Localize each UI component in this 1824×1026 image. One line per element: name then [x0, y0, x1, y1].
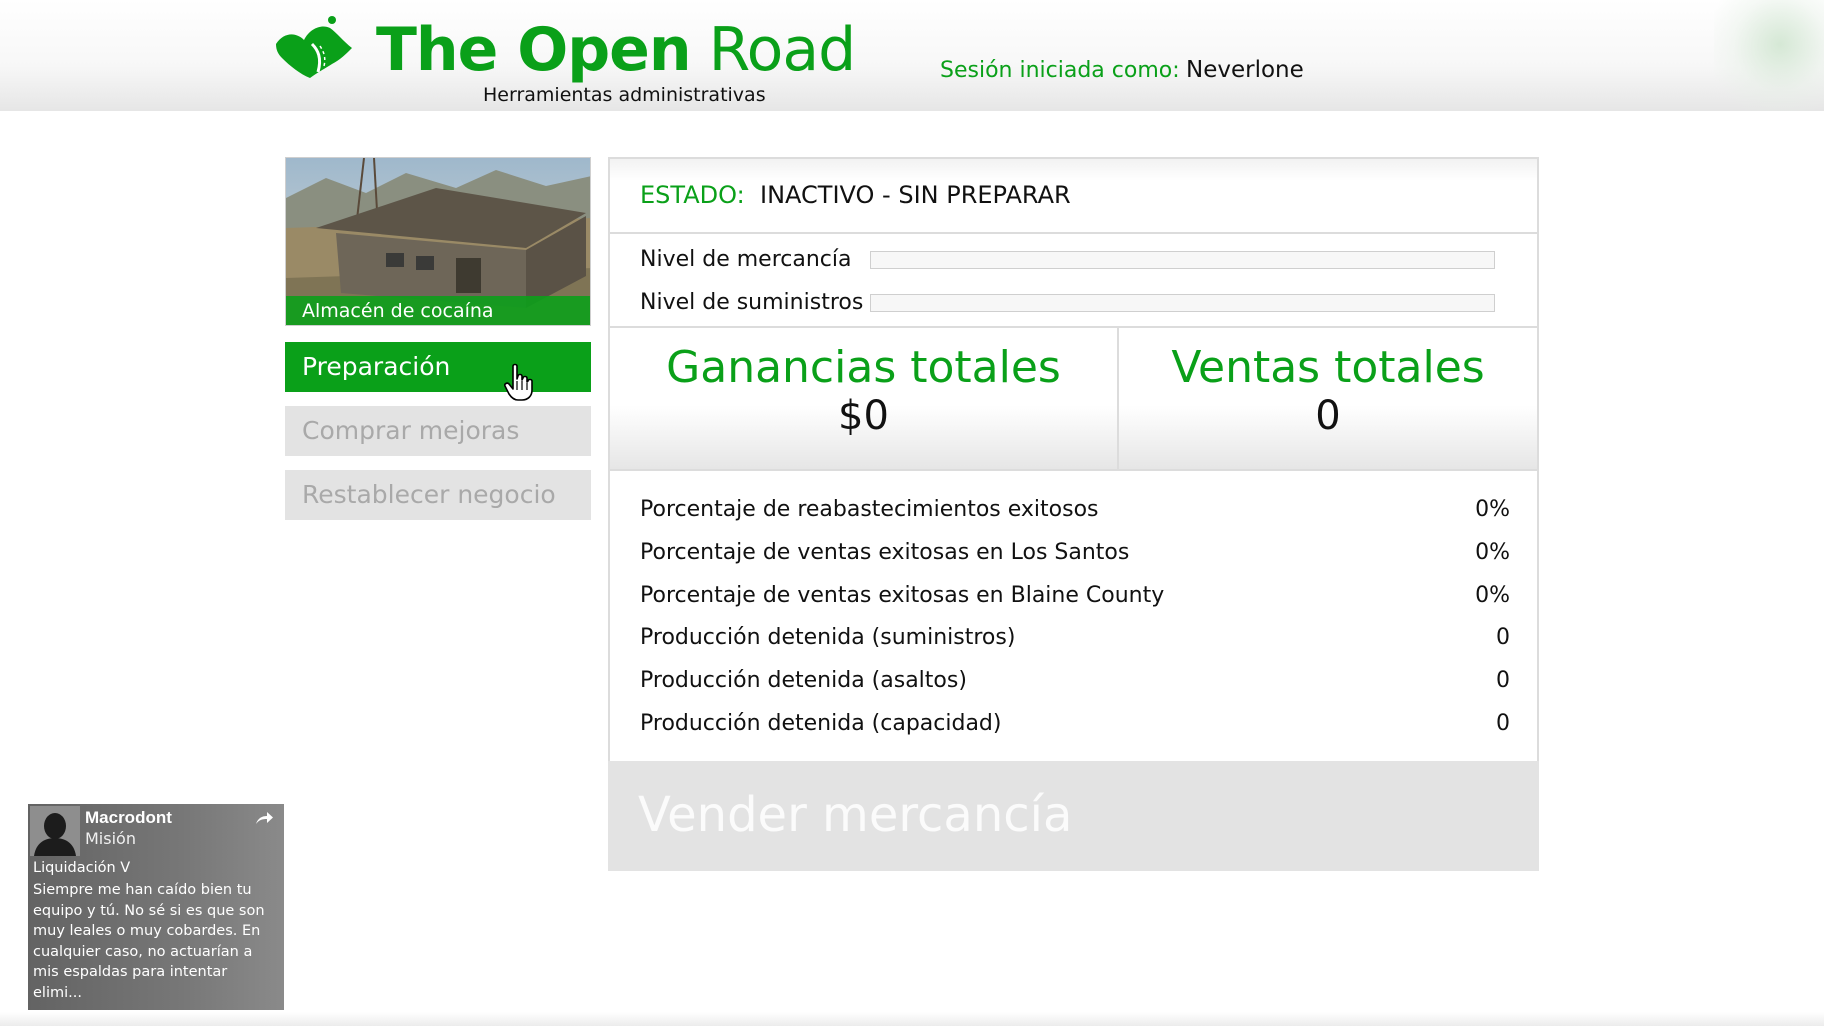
- header-decoration: [1714, 0, 1824, 111]
- sales-column: Ventas totales 0: [1119, 342, 1537, 440]
- stat-value: 0: [1496, 711, 1510, 736]
- top-header: The Open Road Herramientas administrativ…: [0, 0, 1824, 111]
- stock-level-bar: [870, 251, 1495, 269]
- stat-value: 0%: [1475, 583, 1510, 608]
- notification-sender: Macrodont: [85, 808, 172, 827]
- stat-row: Producción detenida (asaltos) 0: [640, 668, 1510, 698]
- stat-row: Producción detenida (capacidad) 0: [640, 711, 1510, 741]
- notification-subject: Liquidación V: [33, 860, 131, 876]
- brand-subtitle: Herramientas administrativas: [483, 84, 766, 106]
- stat-label: Porcentaje de ventas exitosas en Blaine …: [640, 583, 1165, 608]
- stat-value: 0%: [1475, 540, 1510, 565]
- brand-title: The Open Road: [376, 20, 856, 80]
- stat-value: 0: [1496, 625, 1510, 650]
- earnings-value: $0: [838, 393, 889, 440]
- levels-box: Nivel de mercancía Nivel de suministros: [608, 234, 1539, 326]
- stat-label: Producción detenida (suministros): [640, 625, 1016, 650]
- stock-level-label: Nivel de mercancía: [640, 247, 852, 272]
- totals-box: Ganancias totales $0 Ventas totales 0: [608, 326, 1539, 471]
- earnings-column: Ganancias totales $0: [610, 342, 1117, 440]
- stat-row: Porcentaje de reabastecimientos exitosos…: [640, 497, 1510, 527]
- footer-edge: [0, 1012, 1824, 1026]
- session-label: Sesión iniciada como:: [940, 58, 1180, 83]
- stat-label: Producción detenida (asaltos): [640, 668, 967, 693]
- hand-cursor-icon: [504, 363, 533, 401]
- sell-stock-button[interactable]: Vender mercancía: [608, 761, 1539, 871]
- stat-value: 0%: [1475, 497, 1510, 522]
- business-thumbnail: Almacén de cocaína: [285, 157, 591, 326]
- contact-avatar: [30, 806, 80, 856]
- business-panel: ESTADO: INACTIVO - SIN PREPARAR Nivel de…: [608, 157, 1539, 871]
- stat-label: Producción detenida (capacidad): [640, 711, 1002, 736]
- stat-label: Porcentaje de ventas exitosas en Los San…: [640, 540, 1130, 565]
- supplies-level-label: Nivel de suministros: [640, 290, 864, 315]
- notification-type: Misión: [85, 829, 136, 848]
- menu-reset-business-button[interactable]: Restablecer negocio: [285, 470, 591, 520]
- stat-label: Porcentaje de reabastecimientos exitosos: [640, 497, 1099, 522]
- stat-value: 0: [1496, 668, 1510, 693]
- sell-stock-label: Vender mercancía: [638, 787, 1073, 843]
- menu-setup-button[interactable]: Preparación: [285, 342, 591, 392]
- supplies-level-bar: [870, 294, 1495, 312]
- status-label: ESTADO:: [640, 181, 745, 209]
- menu-buy-upgrades-button[interactable]: Comprar mejoras: [285, 406, 591, 456]
- stat-row: Porcentaje de ventas exitosas en Blaine …: [640, 583, 1510, 613]
- stat-row: Producción detenida (suministros) 0: [640, 625, 1510, 655]
- stats-box: Porcentaje de reabastecimientos exitosos…: [608, 471, 1539, 761]
- phone-notification[interactable]: Macrodont Misión Liquidación V Siempre m…: [28, 804, 284, 1010]
- status-value: INACTIVO - SIN PREPARAR: [760, 181, 1071, 209]
- notification-body: Siempre me han caído bien tu equipo y tú…: [33, 882, 265, 1001]
- earnings-title: Ganancias totales: [666, 342, 1061, 393]
- business-caption: Almacén de cocaína: [286, 296, 590, 325]
- silhouette-icon: [30, 806, 80, 856]
- status-box: ESTADO: INACTIVO - SIN PREPARAR: [608, 157, 1539, 234]
- stat-row: Porcentaje de ventas exitosas en Los San…: [640, 540, 1510, 570]
- sales-value: 0: [1315, 393, 1341, 440]
- brand-title-bold: The Open: [376, 15, 692, 85]
- sales-title: Ventas totales: [1171, 342, 1485, 393]
- open-road-logo-icon: [276, 16, 352, 78]
- session-username: Neverlone: [1186, 57, 1304, 83]
- share-arrow-icon: [256, 812, 273, 824]
- brand-title-rest: Road: [690, 15, 857, 85]
